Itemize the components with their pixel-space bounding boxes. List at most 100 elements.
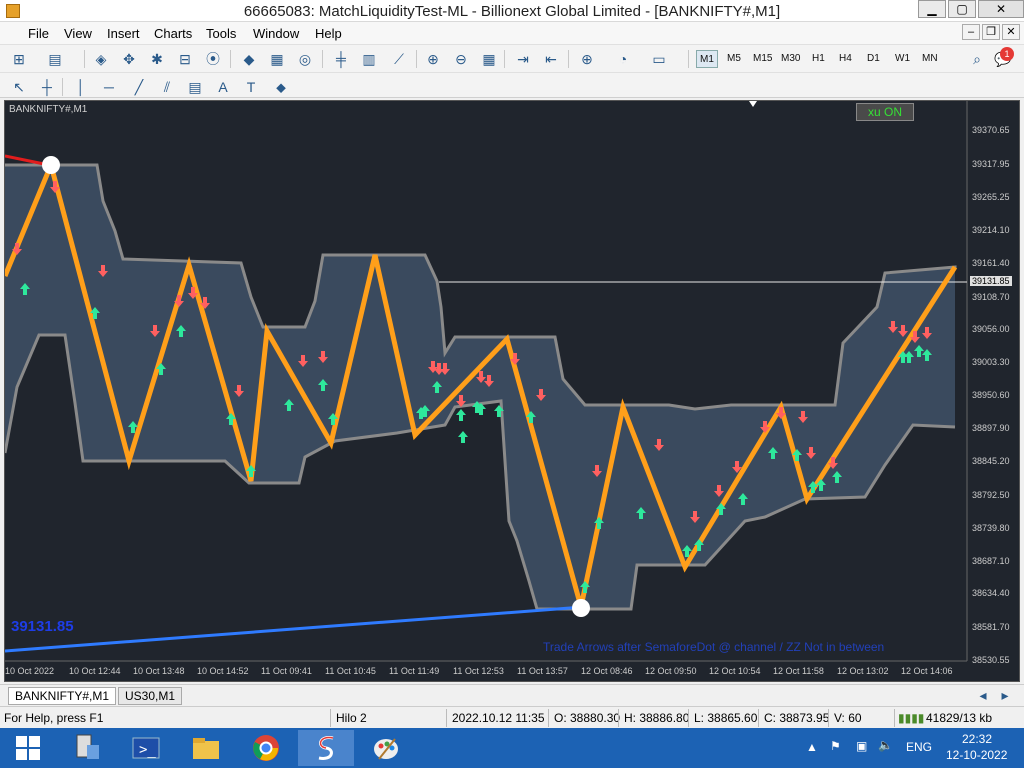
server-manager-icon — [76, 734, 99, 759]
window-title: 66665083: MatchLiquidityTest-ML - Billio… — [243, 3, 781, 20]
indicator-toggle-button[interactable]: xu ON — [856, 103, 914, 121]
indicators-icon[interactable]: ⊕ — [576, 49, 598, 69]
menu-bar: File View Insert Charts Tools Window Hel… — [0, 22, 1024, 44]
time-tick: 12 Oct 14:06 — [901, 666, 953, 676]
horizontal-line-icon[interactable]: ─ — [98, 77, 120, 97]
menu-file[interactable]: File — [28, 26, 49, 41]
taskbar-powershell[interactable]: >_ — [118, 730, 174, 766]
status-help: For Help, press F1 — [4, 711, 104, 725]
tray-network-icon[interactable]: ▣ — [856, 739, 867, 753]
profiles-icon[interactable]: ▤ — [44, 49, 66, 69]
taskbar-trading-terminal[interactable] — [298, 730, 354, 766]
price-tick: 38634.40 — [972, 588, 1010, 598]
current-price-display: 39131.85 — [11, 618, 74, 635]
menu-window[interactable]: Window — [253, 26, 299, 41]
mdi-close-button[interactable]: ✕ — [1002, 24, 1020, 40]
time-tick: 12 Oct 08:46 — [581, 666, 633, 676]
paint-icon — [374, 738, 398, 760]
bar-chart-icon[interactable]: ╪ — [330, 49, 352, 69]
cursor-icon[interactable]: ↖ — [8, 77, 30, 97]
price-tick: 39214.10 — [972, 225, 1010, 235]
tray-expand-icon[interactable]: ▲ — [806, 740, 818, 754]
signal-icon[interactable]: ◎ — [294, 49, 316, 69]
shapes-icon[interactable]: ⬥ — [270, 77, 292, 97]
timeframe-m30[interactable]: M30 — [778, 50, 803, 68]
title-bar: 66665083: MatchLiquidityTest-ML - Billio… — [0, 0, 1024, 22]
line-chart-icon[interactable]: ⟋ — [388, 49, 410, 69]
menu-charts[interactable]: Charts — [154, 26, 192, 41]
trendline-icon[interactable]: ╱ — [128, 77, 150, 97]
tester-icon[interactable]: ⦿ — [202, 49, 224, 69]
price-tick: 38897.90 — [972, 423, 1010, 433]
semafore-dot-high — [42, 156, 60, 174]
tray-volume-icon[interactable]: 🔈 — [878, 738, 893, 752]
minimize-button[interactable]: ▁ — [918, 0, 946, 18]
clock-time[interactable]: 22:32 — [962, 732, 992, 746]
tab-us30[interactable]: US30,M1 — [118, 687, 183, 705]
time-tick: 10 Oct 13:48 — [133, 666, 185, 676]
time-tick: 11 Oct 13:57 — [517, 666, 568, 676]
price-tick: 38687.10 — [972, 556, 1010, 566]
timeframe-d1[interactable]: D1 — [864, 50, 883, 68]
text-icon[interactable]: A — [212, 77, 234, 97]
chart-tabs: BANKNIFTY#,M1 US30,M1 ◂ ▸ — [0, 684, 1024, 706]
timeframe-w1[interactable]: W1 — [892, 50, 913, 68]
equidistant-channel-icon[interactable]: ⫽ — [156, 77, 178, 97]
timeframe-h1[interactable]: H1 — [809, 50, 828, 68]
menu-help[interactable]: Help — [315, 26, 342, 41]
search-icon[interactable]: ⌕ — [966, 49, 988, 69]
candle-chart-icon[interactable]: ▥ — [358, 49, 380, 69]
tab-banknifty[interactable]: BANKNIFTY#,M1 — [8, 687, 117, 705]
terminal-icon[interactable]: ⊟ — [174, 49, 196, 69]
close-button[interactable]: ✕ — [978, 0, 1024, 18]
mdi-restore-button[interactable]: ❐ — [982, 24, 1000, 40]
timeframe-m15[interactable]: M15 — [750, 50, 775, 68]
taskbar-server-manager[interactable] — [58, 730, 114, 766]
fibonacci-icon[interactable]: ▤ — [184, 77, 206, 97]
taskbar-paint[interactable] — [358, 730, 414, 766]
timeframe-m1[interactable]: M1 — [696, 50, 718, 68]
menu-view[interactable]: View — [64, 26, 92, 41]
periods-icon[interactable]: ◔ — [612, 49, 634, 69]
maximize-button[interactable]: ▢ — [948, 0, 976, 18]
chart-shift-icon[interactable]: ⇤ — [540, 49, 562, 69]
start-button[interactable] — [0, 730, 56, 766]
chart-window[interactable]: BANKNIFTY#,M1 xu ON 39131.85 Trade Arrow… — [4, 100, 1020, 682]
zoom-out-icon[interactable]: ⊖ — [450, 49, 472, 69]
menu-insert[interactable]: Insert — [107, 26, 140, 41]
tab-scroll-right-icon[interactable]: ▸ — [994, 685, 1016, 705]
price-tick: 38845.20 — [972, 456, 1010, 466]
vertical-line-icon[interactable]: │ — [70, 77, 92, 97]
navigator-icon[interactable]: ✱ — [146, 49, 168, 69]
crosshair-nav-icon[interactable]: ✥ — [118, 49, 140, 69]
taskbar-file-explorer[interactable] — [178, 730, 234, 766]
timeframe-h4[interactable]: H4 — [836, 50, 855, 68]
autotrading-icon[interactable]: ◆ — [238, 49, 260, 69]
price-tick: 39265.25 — [972, 192, 1010, 202]
mdi-minimize-button[interactable]: – — [962, 24, 980, 40]
crosshair-icon[interactable]: ┼ — [36, 77, 58, 97]
menu-tools[interactable]: Tools — [206, 26, 236, 41]
price-tick: 38581.70 — [972, 622, 1010, 632]
tile-windows-icon[interactable]: ▦ — [478, 49, 500, 69]
timeframe-mn[interactable]: MN — [919, 50, 941, 68]
tab-scroll-left-icon[interactable]: ◂ — [972, 685, 994, 705]
new-order-icon[interactable]: ▦ — [266, 49, 288, 69]
zoom-in-icon[interactable]: ⊕ — [422, 49, 444, 69]
clock-date[interactable]: 12-10-2022 — [946, 748, 1007, 762]
price-tick: 38530.55 — [972, 655, 1010, 665]
time-tick: 10 Oct 2022 — [5, 666, 55, 676]
price-tick: 39108.70 — [972, 292, 1010, 302]
keyboard-language[interactable]: ENG — [906, 740, 932, 754]
tray-security-icon[interactable]: ⚑ — [830, 739, 841, 753]
connection-bars-icon: ▮▮▮▮ — [898, 711, 925, 725]
taskbar: >_ ▲ ⚑ ▣ 🔈 ENG 22:32 12-10-2022 — [0, 728, 1024, 768]
templates-icon[interactable]: ▭ — [648, 49, 670, 69]
auto-scroll-icon[interactable]: ⇥ — [512, 49, 534, 69]
timeframe-m5[interactable]: M5 — [724, 50, 744, 68]
status-bar: For Help, press F1 Hilo 2 2022.10.12 11:… — [0, 706, 1024, 728]
market-watch-icon[interactable]: ◈ — [90, 49, 112, 69]
new-chart-icon[interactable]: ⊞ — [8, 49, 30, 69]
taskbar-chrome[interactable] — [238, 730, 294, 766]
text-label-icon[interactable]: T — [240, 77, 262, 97]
